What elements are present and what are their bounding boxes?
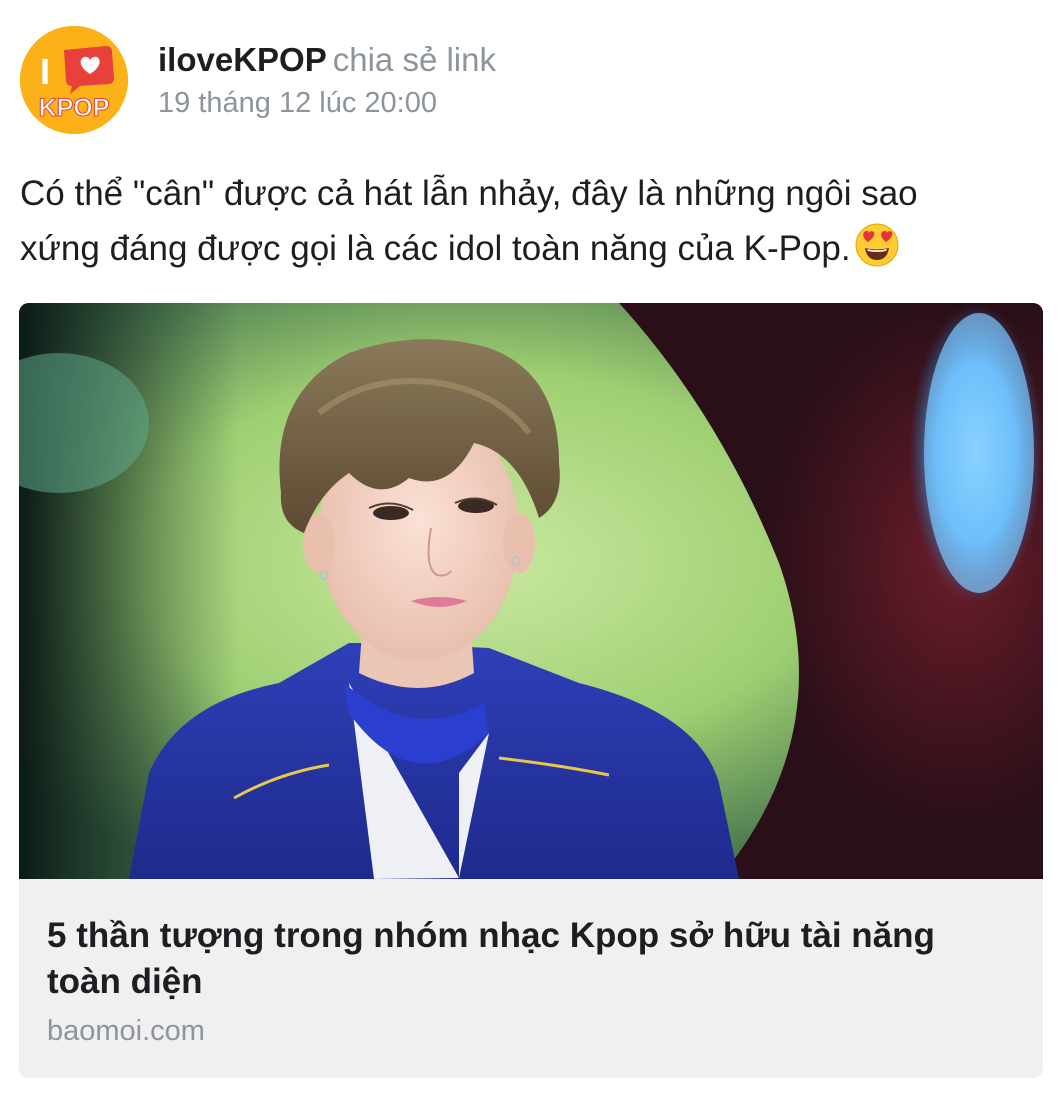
page-avatar[interactable]: I KPOP	[20, 26, 128, 134]
post-text-line: xứng đáng được gọi là các idol toàn năng…	[20, 221, 1030, 276]
author-action: chia sẻ link	[332, 41, 496, 78]
ilovekpop-logo: I KPOP	[20, 26, 128, 134]
link-preview-domain: baomoi.com	[47, 1015, 205, 1047]
post-text-line: Có thể "cân" được cả hát lẫn nhảy, đây l…	[20, 174, 918, 213]
idol-photo	[19, 303, 1043, 879]
link-preview-card[interactable]: 5 thần tượng trong nhóm nhạc Kpop sở hữu…	[19, 303, 1043, 1078]
post-text: Có thể "cân" được cả hát lẫn nhảy, đây l…	[20, 166, 1030, 276]
post-header: iloveKPOP chia sẻ link 19 tháng 12 lúc 20…	[158, 38, 496, 122]
logo-text: KPOP	[39, 94, 110, 122]
author-name[interactable]: iloveKPOP	[158, 41, 327, 78]
post-text-line-content: xứng đáng được gọi là các idol toàn năng…	[20, 229, 851, 268]
author-line: iloveKPOP chia sẻ link	[158, 38, 496, 82]
link-preview-title[interactable]: 5 thần tượng trong nhóm nhạc Kpop sở hữu…	[47, 913, 1007, 1005]
link-preview-image[interactable]	[19, 303, 1043, 879]
post-timestamp[interactable]: 19 tháng 12 lúc 20:00	[158, 84, 496, 122]
heart-eyes-emoji-icon	[855, 223, 899, 267]
logo-letter: I	[40, 51, 50, 92]
